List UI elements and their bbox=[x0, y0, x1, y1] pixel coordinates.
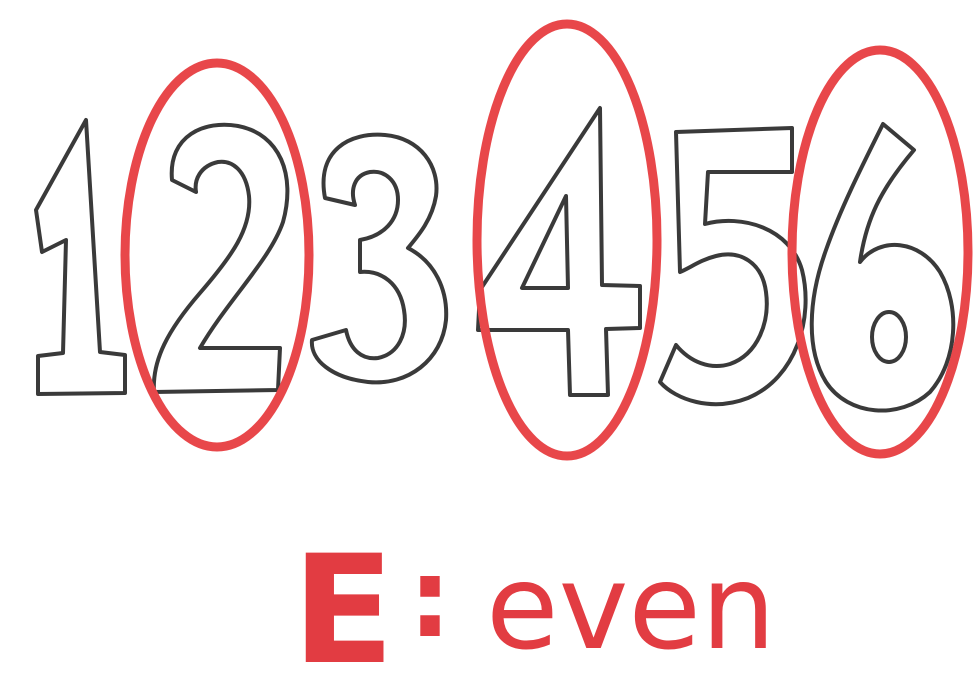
digit-1: 1 bbox=[34, 118, 127, 396]
digit-5-outline bbox=[658, 126, 808, 407]
digit-4-outline bbox=[476, 106, 642, 397]
caption-separator: : bbox=[408, 534, 452, 662]
digit-3-outline bbox=[309, 132, 449, 385]
digit-4: 4 bbox=[476, 106, 642, 397]
digit-6-counter bbox=[870, 310, 908, 364]
caption-word: even bbox=[486, 538, 776, 675]
digit-5: 5 bbox=[658, 126, 808, 407]
digit-1-outline bbox=[34, 118, 127, 396]
even-numbers-card: 1 2 3 4 5 6 bbox=[34, 19, 973, 675]
digit-2: 2 bbox=[151, 122, 290, 394]
digit-3: 3 bbox=[309, 132, 449, 385]
digit-2-outline bbox=[151, 122, 290, 394]
digit-6: 6 bbox=[809, 122, 956, 413]
caption-letter: E bbox=[292, 524, 394, 675]
digit-6-outline bbox=[809, 122, 956, 413]
caption: E : even bbox=[292, 524, 776, 675]
